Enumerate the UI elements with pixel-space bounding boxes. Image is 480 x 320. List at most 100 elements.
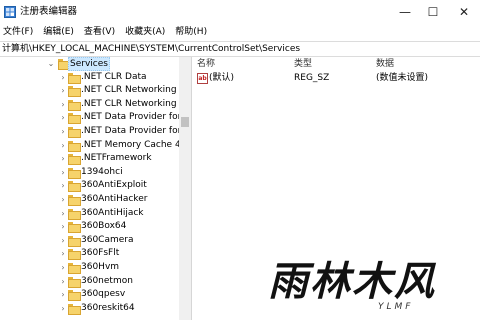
tree-item-label: .NET Data Provider for Or bbox=[81, 112, 179, 123]
tree-item[interactable]: › .NET CLR Networking bbox=[0, 84, 179, 98]
tree-item-label: .NET CLR Networking bbox=[81, 85, 177, 96]
expand-chevron-icon[interactable]: › bbox=[58, 111, 68, 124]
tree-item[interactable]: › .NET Data Provider for Or bbox=[0, 111, 179, 125]
folder-icon bbox=[68, 208, 81, 220]
title-bar: 注册表编辑器 — ☐ ✕ bbox=[0, 0, 480, 24]
collapse-chevron-icon[interactable]: ⌄ bbox=[46, 57, 56, 70]
expand-chevron-icon[interactable]: › bbox=[58, 261, 68, 274]
folder-icon bbox=[68, 303, 81, 315]
tree-item-label: 360netmon bbox=[81, 275, 133, 286]
expand-chevron-icon[interactable]: › bbox=[58, 179, 68, 192]
folder-icon bbox=[68, 140, 81, 152]
tree-item[interactable]: › 1394ohci bbox=[0, 166, 179, 180]
ylmf-watermark-logo: 雨林木风 YLMF bbox=[268, 258, 480, 320]
tree-item-label: 360Box64 bbox=[81, 221, 127, 232]
value-data: (数值未设置) bbox=[376, 73, 429, 83]
tree-item[interactable]: › 360AntiHacker bbox=[0, 193, 179, 207]
tree-item-label: 360reskit64 bbox=[81, 302, 135, 313]
folder-icon bbox=[68, 195, 81, 206]
value-type: REG_SZ bbox=[294, 73, 330, 83]
tree-item[interactable]: › 360qpesv bbox=[0, 288, 179, 302]
address-bar: 计算机\HKEY_LOCAL_MACHINE\SYSTEM\CurrentCon… bbox=[0, 41, 480, 57]
folder-icon bbox=[68, 181, 81, 193]
watermark-sub-text: YLMF bbox=[378, 302, 414, 312]
tree-item[interactable]: › 360Hvm bbox=[0, 261, 179, 275]
tree-item-label: 360qpesv bbox=[81, 289, 126, 300]
folder-icon bbox=[68, 127, 81, 138]
column-header-name[interactable]: 名称 bbox=[197, 58, 215, 70]
tree-item-label: 360AntiHacker bbox=[81, 194, 148, 204]
folder-icon bbox=[68, 290, 81, 302]
tree-item[interactable]: › .NET CLR Networking 4.0. bbox=[0, 98, 179, 112]
folder-icon bbox=[68, 113, 81, 125]
tree-item-label: .NET Memory Cache 4.0 bbox=[81, 139, 179, 150]
scrollbar-thumb[interactable] bbox=[181, 117, 189, 127]
expand-chevron-icon[interactable]: › bbox=[58, 220, 68, 233]
expand-chevron-icon[interactable]: › bbox=[58, 288, 68, 301]
tree-item-services[interactable]: ⌄ Services bbox=[0, 57, 179, 71]
folder-icon bbox=[68, 167, 81, 179]
menu-bar: 文件(F) 编辑(E) 查看(V) 收藏夹(A) 帮助(H) bbox=[0, 24, 480, 40]
close-button[interactable]: ✕ bbox=[446, 0, 480, 24]
menu-view[interactable]: 查看(V) bbox=[84, 25, 115, 39]
regedit-app-icon bbox=[4, 6, 16, 18]
folder-icon bbox=[68, 235, 81, 247]
folder-icon bbox=[68, 86, 81, 98]
tree-item[interactable]: › 360FsFlt bbox=[0, 247, 179, 261]
tree-item[interactable]: › 360netmon bbox=[0, 275, 179, 289]
expand-chevron-icon[interactable]: › bbox=[58, 139, 68, 152]
folder-icon bbox=[68, 222, 81, 234]
folder-icon bbox=[68, 276, 81, 288]
expand-chevron-icon[interactable]: › bbox=[58, 84, 68, 97]
tree-item-label: .NET CLR Data bbox=[81, 71, 147, 82]
expand-chevron-icon[interactable]: › bbox=[58, 71, 68, 84]
column-header-data[interactable]: 数据 bbox=[376, 58, 394, 70]
watermark-logo-text: 雨林木风 bbox=[268, 258, 436, 305]
tree-item-label: 360Camera bbox=[81, 234, 134, 245]
expand-chevron-icon[interactable]: › bbox=[58, 152, 68, 165]
tree-item[interactable]: › 360Camera bbox=[0, 234, 179, 248]
expand-chevron-icon[interactable]: › bbox=[58, 98, 68, 111]
expand-chevron-icon[interactable]: › bbox=[58, 234, 68, 247]
expand-chevron-icon[interactable]: › bbox=[58, 166, 68, 179]
tree-item-label: .NET Data Provider for Sq bbox=[81, 126, 179, 136]
tree-item-label: 360AntiExploit bbox=[81, 180, 147, 191]
folder-icon bbox=[68, 249, 81, 261]
tree-scrollbar[interactable] bbox=[179, 57, 191, 320]
value-row-default[interactable]: ab (默认) REG_SZ (数值未设置) bbox=[193, 72, 480, 85]
expand-chevron-icon[interactable]: › bbox=[58, 125, 68, 138]
column-header-type[interactable]: 类型 bbox=[294, 58, 312, 70]
menu-help[interactable]: 帮助(H) bbox=[175, 25, 207, 39]
tree-item[interactable]: › 360AntiHijack bbox=[0, 207, 179, 221]
menu-favorites[interactable]: 收藏夹(A) bbox=[125, 25, 165, 39]
folder-icon bbox=[68, 154, 81, 166]
tree-item[interactable]: › .NET Data Provider for Sq bbox=[0, 125, 179, 139]
folder-icon bbox=[68, 72, 81, 84]
expand-chevron-icon[interactable]: › bbox=[58, 193, 68, 206]
tree-item[interactable]: › .NETFramework bbox=[0, 152, 179, 166]
address-input[interactable]: 计算机\HKEY_LOCAL_MACHINE\SYSTEM\CurrentCon… bbox=[2, 43, 300, 56]
tree-item-label: Services bbox=[68, 57, 110, 71]
tree-item[interactable]: › .NET Memory Cache 4.0 bbox=[0, 139, 179, 153]
expand-chevron-icon[interactable]: › bbox=[58, 247, 68, 260]
tree-item[interactable]: › 360AntiExploit bbox=[0, 179, 179, 193]
value-name: (默认) bbox=[209, 73, 235, 83]
key-tree-pane: ⌄ Services › .NET CLR Data › .NET CLR Netwo… bbox=[0, 57, 192, 320]
key-tree: ⌄ Services › .NET CLR Data › .NET CLR Netwo… bbox=[0, 57, 179, 320]
menu-edit[interactable]: 编辑(E) bbox=[43, 25, 74, 39]
tree-item-label: 360AntiHijack bbox=[81, 207, 144, 218]
tree-item-label: .NET CLR Networking 4.0. bbox=[81, 98, 179, 109]
tree-item-label: 360Hvm bbox=[81, 262, 120, 272]
expand-chevron-icon[interactable]: › bbox=[58, 302, 68, 315]
menu-file[interactable]: 文件(F) bbox=[3, 25, 33, 39]
tree-item-label: 1394ohci bbox=[81, 166, 123, 177]
expand-chevron-icon[interactable]: › bbox=[58, 207, 68, 220]
window-title: 注册表编辑器 bbox=[20, 6, 78, 17]
tree-item[interactable]: › 360reskit64 bbox=[0, 302, 179, 316]
tree-item[interactable]: › .NET CLR Data bbox=[0, 71, 179, 85]
folder-icon bbox=[68, 263, 81, 274]
expand-chevron-icon[interactable]: › bbox=[58, 275, 68, 288]
tree-item[interactable]: › 360Box64 bbox=[0, 220, 179, 234]
string-value-icon: ab bbox=[197, 73, 208, 84]
tree-item-label: 360FsFlt bbox=[81, 248, 120, 259]
